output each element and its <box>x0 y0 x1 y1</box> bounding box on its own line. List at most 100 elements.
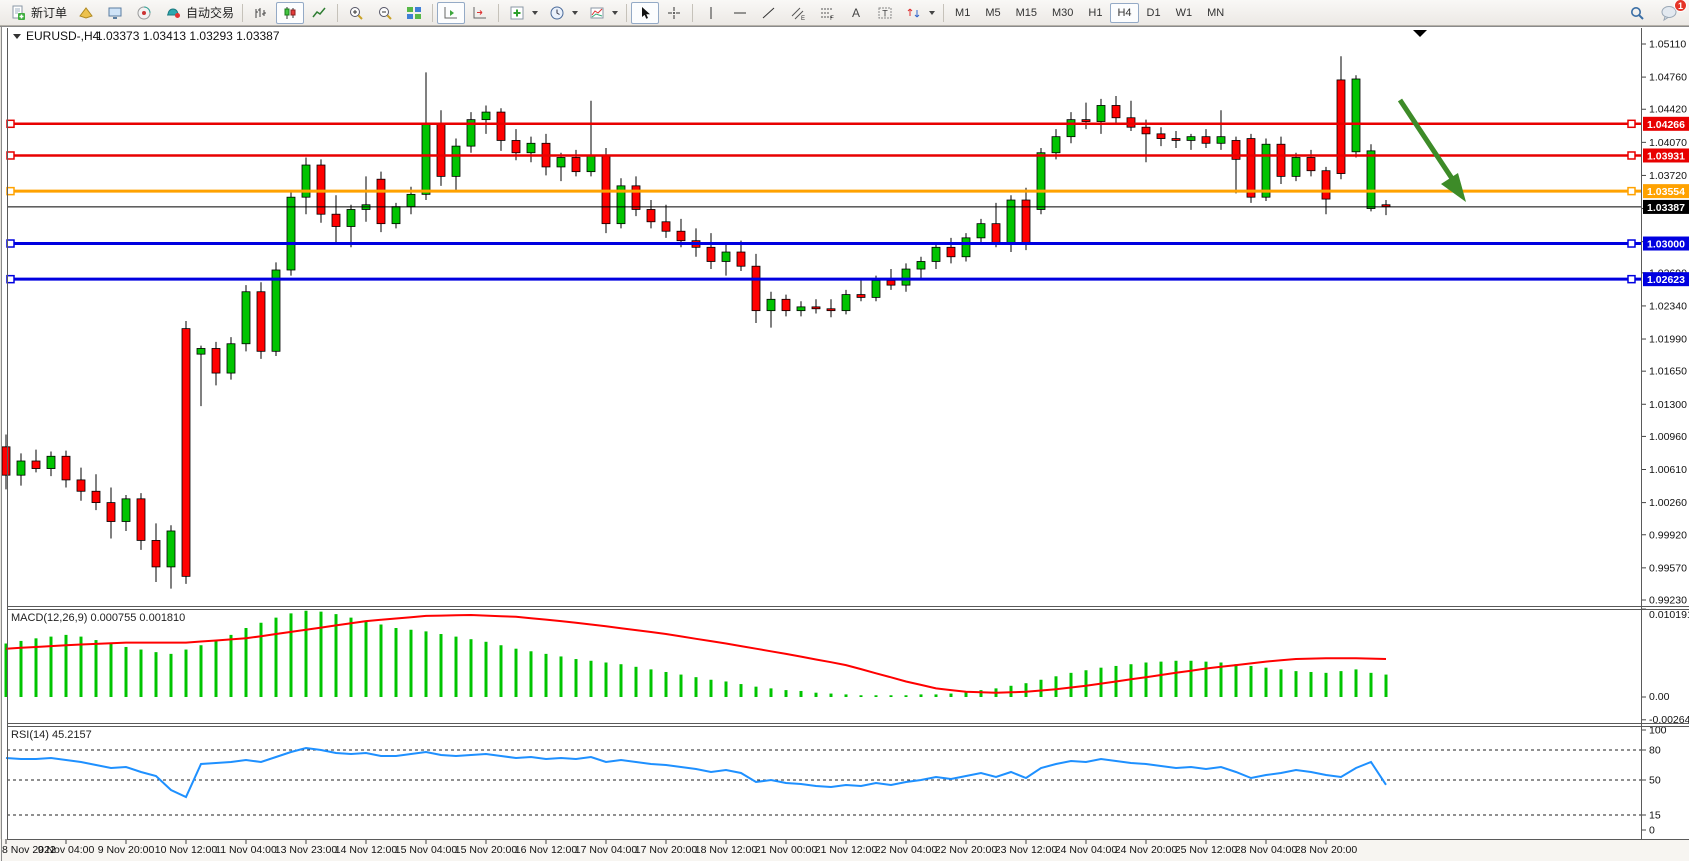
date-axis-label: 28 Nov 20:00 <box>1295 844 1358 856</box>
toolbar-separator <box>498 4 499 22</box>
channel-tool-button[interactable]: E <box>784 2 812 24</box>
svg-text:F: F <box>830 16 834 21</box>
new-order-label: 新订单 <box>31 4 67 21</box>
notifications-button[interactable]: 1 <box>1655 2 1683 24</box>
vertical-line-tool-button[interactable] <box>697 2 725 24</box>
chart-canvas[interactable]: 1.051101.047601.044201.040701.037201.033… <box>0 26 1689 861</box>
chart-shift-button[interactable] <box>466 2 494 24</box>
periods-button[interactable] <box>543 2 582 24</box>
terminal-icon <box>105 3 125 23</box>
horizontal-line-tool-button[interactable] <box>726 2 754 24</box>
crosshair-button[interactable] <box>660 2 688 24</box>
dropdown-caret-icon <box>612 11 618 15</box>
dropdown-caret-icon <box>572 11 578 15</box>
date-axis-label: 18 Nov 12:00 <box>695 844 758 856</box>
notification-count-badge: 1 <box>1674 0 1687 12</box>
price-axis-tick: 1.00960 <box>1649 431 1687 443</box>
macd-axis-tick: 0.010191 <box>1649 609 1689 621</box>
price-axis-tick: 1.00610 <box>1649 464 1687 476</box>
indicators-button[interactable] <box>503 2 542 24</box>
chart-background <box>2 26 1689 839</box>
metaeditor-icon <box>76 3 96 23</box>
date-axis-label: 22 Nov 04:00 <box>875 844 938 856</box>
text-tool-button[interactable]: A <box>842 2 870 24</box>
date-axis-label: 21 Nov 12:00 <box>815 844 878 856</box>
cursor-button[interactable] <box>631 2 659 24</box>
timeframe-button-m15[interactable]: M15 <box>1009 3 1044 23</box>
label-tool-button[interactable]: T <box>871 2 899 24</box>
new-order-button[interactable]: 新订单 <box>4 2 71 24</box>
cursor-icon <box>635 3 655 23</box>
toolbar-right-group: 1 <box>1623 2 1685 24</box>
templates-button[interactable] <box>583 2 622 24</box>
timeframe-button-h4[interactable]: H4 <box>1110 3 1138 23</box>
price-axis-tick: 1.04420 <box>1649 104 1687 116</box>
zoom-in-icon <box>346 3 366 23</box>
rsi-axis-tick: 50 <box>1649 775 1661 787</box>
autotrading-button[interactable]: 自动交易 <box>159 2 238 24</box>
horizontal-line-icon <box>730 3 750 23</box>
periods-clock-icon <box>547 3 567 23</box>
main-toolbar: 新订单 自动交易 E F A T M1M5M15M30H1H4D1W1MN 1 <box>0 0 1689 26</box>
date-axis-label: 16 Nov 12:00 <box>515 844 578 856</box>
search-button[interactable] <box>1623 2 1651 24</box>
rsi-axis-tick: 15 <box>1649 810 1661 822</box>
price-axis-tick: 1.02340 <box>1649 300 1687 312</box>
date-axis-label: 23 Nov 12:00 <box>995 844 1058 856</box>
line-chart-button[interactable] <box>305 2 333 24</box>
rsi-axis-tick: 80 <box>1649 745 1661 757</box>
indicators-icon <box>507 3 527 23</box>
timeframe-button-h1[interactable]: H1 <box>1081 3 1109 23</box>
signals-button[interactable] <box>130 2 158 24</box>
metaeditor-button[interactable] <box>72 2 100 24</box>
chart-title-symbol: EURUSD-,H4 <box>26 29 100 43</box>
timeframe-button-mn[interactable]: MN <box>1200 3 1231 23</box>
crosshair-icon <box>664 3 684 23</box>
trendline-tool-button[interactable] <box>755 2 783 24</box>
auto-scroll-icon <box>441 3 461 23</box>
price-level-badge: 1.03931 <box>1647 150 1685 162</box>
tile-windows-icon <box>404 3 424 23</box>
tile-windows-button[interactable] <box>400 2 428 24</box>
svg-text:A: A <box>852 6 860 20</box>
date-axis-label: 17 Nov 04:00 <box>575 844 638 856</box>
timeframe-button-m30[interactable]: M30 <box>1045 3 1080 23</box>
macd-axis-tick: 0.00 <box>1649 691 1670 703</box>
zoom-out-icon <box>375 3 395 23</box>
timeframe-button-m5[interactable]: M5 <box>978 3 1007 23</box>
chart-title-block: EURUSD-,H4 1.03373 1.03413 1.03293 1.033… <box>13 29 280 43</box>
date-axis-label: 15 Nov 20:00 <box>455 844 518 856</box>
price-axis-tick: 1.01300 <box>1649 399 1687 411</box>
fibonacci-icon: F <box>817 3 837 23</box>
bar-chart-button[interactable] <box>247 2 275 24</box>
arrows-tool-button[interactable] <box>900 2 939 24</box>
signals-icon <box>134 3 154 23</box>
price-level-badge: 1.04266 <box>1647 119 1685 131</box>
price-level-badge: 1.02623 <box>1647 274 1685 286</box>
price-level-badge: 1.03554 <box>1647 186 1685 198</box>
label-tool-icon: T <box>875 3 895 23</box>
timeframe-button-w1[interactable]: W1 <box>1169 3 1200 23</box>
zoom-in-button[interactable] <box>342 2 370 24</box>
date-axis-label: 24 Nov 04:00 <box>1055 844 1118 856</box>
autotrading-icon <box>163 3 183 23</box>
auto-scroll-button[interactable] <box>437 2 465 24</box>
chart-window[interactable]: 1.051101.047601.044201.040701.037201.033… <box>0 26 1689 861</box>
dropdown-caret-icon <box>532 11 538 15</box>
timeframe-button-d1[interactable]: D1 <box>1140 3 1168 23</box>
zoom-out-button[interactable] <box>371 2 399 24</box>
bar-chart-icon <box>251 3 271 23</box>
fibonacci-tool-button[interactable]: F <box>813 2 841 24</box>
terminal-button[interactable] <box>101 2 129 24</box>
date-axis-label: 10 Nov 12:00 <box>155 844 218 856</box>
date-axis-label: 9 Nov 20:00 <box>98 844 155 856</box>
timeframe-button-m1[interactable]: M1 <box>948 3 977 23</box>
price-axis-tick: 1.00260 <box>1649 497 1687 509</box>
candlestick-chart-button[interactable] <box>276 2 304 24</box>
price-axis-tick: 1.03720 <box>1649 170 1687 182</box>
svg-text:E: E <box>801 16 805 21</box>
timeframe-group: M1M5M15M30H1H4D1W1MN <box>948 3 1231 23</box>
current-price-badge: 1.03387 <box>1647 202 1685 214</box>
chart-shift-icon <box>470 3 490 23</box>
chart-title-ohlc: 1.03373 1.03413 1.03293 1.03387 <box>96 29 280 43</box>
